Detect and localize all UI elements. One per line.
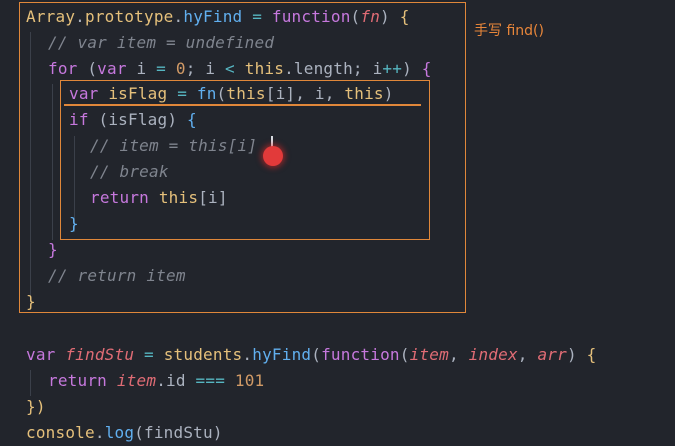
mouse-pointer-highlight [263,146,283,166]
code-line: console.log(findStu) [26,423,223,442]
code-line: var findStu = students.hyFind(function(i… [26,345,597,364]
code-line: }) [26,397,46,416]
code-line: return item.id === 101 [48,371,265,390]
code-line: return this[i] [90,188,228,207]
code-line: // break [90,162,169,181]
code-line: for (var i = 0; i < this.length; i++) { [48,59,432,78]
code-line: } [69,214,79,233]
code-line: Array.prototype.hyFind = function(fn) { [26,7,410,26]
code-line: var isFlag = fn(this[i], i, this) [69,84,394,103]
code-line: } [48,240,58,259]
code-line: if (isFlag) { [69,110,197,129]
code-line: // item = this[i] [90,136,258,155]
code-line: } [26,292,36,311]
code-line: // return item [48,266,186,285]
annotation-label: 手写 find() [474,23,544,39]
code-line: // var item = undefined [48,33,275,52]
code-editor[interactable]: Array.prototype.hyFind = function(fn) { … [0,0,675,446]
indent-guide [30,370,31,396]
